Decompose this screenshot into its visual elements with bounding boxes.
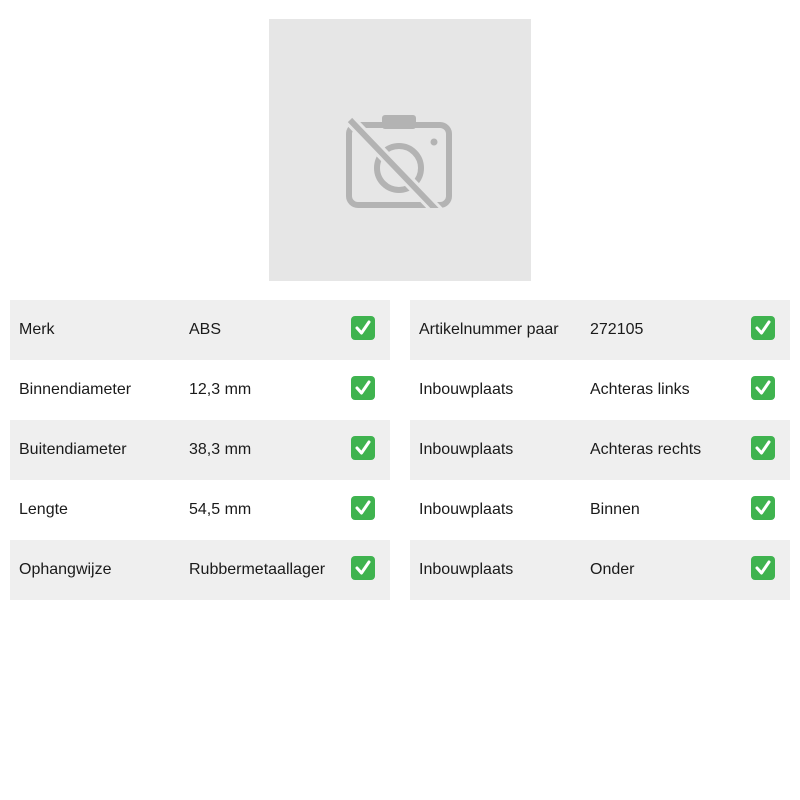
spec-value: 54,5 mm [189, 501, 252, 518]
check-icon [751, 316, 775, 340]
spec-label: Merk [19, 321, 55, 338]
spec-row-inbouwplaats: Inbouwplaats Achteras rechts [410, 420, 790, 480]
spec-label: Ophangwijze [19, 561, 112, 578]
spec-value: Achteras rechts [590, 441, 702, 458]
check-icon [751, 556, 775, 580]
spec-value: Achteras links [590, 381, 690, 398]
spec-label: Inbouwplaats [419, 501, 514, 518]
check-icon [751, 436, 775, 460]
spec-value: Binnen [590, 501, 640, 518]
spec-value: Onder [590, 561, 635, 578]
spec-row-merk: Merk ABS [10, 300, 390, 360]
spec-label: Inbouwplaats [419, 441, 514, 458]
spec-value: 12,3 mm [189, 381, 252, 398]
spec-table-left: Merk ABS Binnendiameter 12,3 mm Buitendi… [10, 300, 390, 600]
check-icon [351, 376, 375, 400]
product-image-placeholder [269, 19, 531, 281]
check-icon [351, 556, 375, 580]
spec-table-right: Artikelnummer paar 272105 Inbouwplaats A… [410, 300, 790, 600]
spec-row-inbouwplaats: Inbouwplaats Onder [410, 540, 790, 600]
spec-label: Binnendiameter [19, 381, 132, 398]
spec-value: 272105 [590, 321, 644, 338]
spec-row-binnendiameter: Binnendiameter 12,3 mm [10, 360, 390, 420]
check-icon [351, 316, 375, 340]
check-icon [751, 376, 775, 400]
spec-row-inbouwplaats: Inbouwplaats Binnen [410, 480, 790, 540]
no-photo-icon [346, 115, 452, 208]
spec-value: ABS [189, 321, 222, 338]
spec-row-inbouwplaats: Inbouwplaats Achteras links [410, 360, 790, 420]
spec-value: 38,3 mm [189, 441, 252, 458]
check-icon [351, 496, 375, 520]
check-icon [751, 496, 775, 520]
spec-label: Inbouwplaats [419, 381, 514, 398]
spec-label: Buitendiameter [19, 441, 127, 458]
spec-value: Rubbermetaallager [189, 561, 326, 578]
check-icon [351, 436, 375, 460]
spec-label: Inbouwplaats [419, 561, 514, 578]
spec-row-buitendiameter: Buitendiameter 38,3 mm [10, 420, 390, 480]
spec-label: Artikelnummer paar [419, 321, 559, 338]
spec-row-artikelnummer: Artikelnummer paar 272105 [410, 300, 790, 360]
spec-row-ophangwijze: Ophangwijze Rubbermetaallager [10, 540, 390, 600]
spec-row-lengte: Lengte 54,5 mm [10, 480, 390, 540]
spec-label: Lengte [19, 501, 68, 518]
